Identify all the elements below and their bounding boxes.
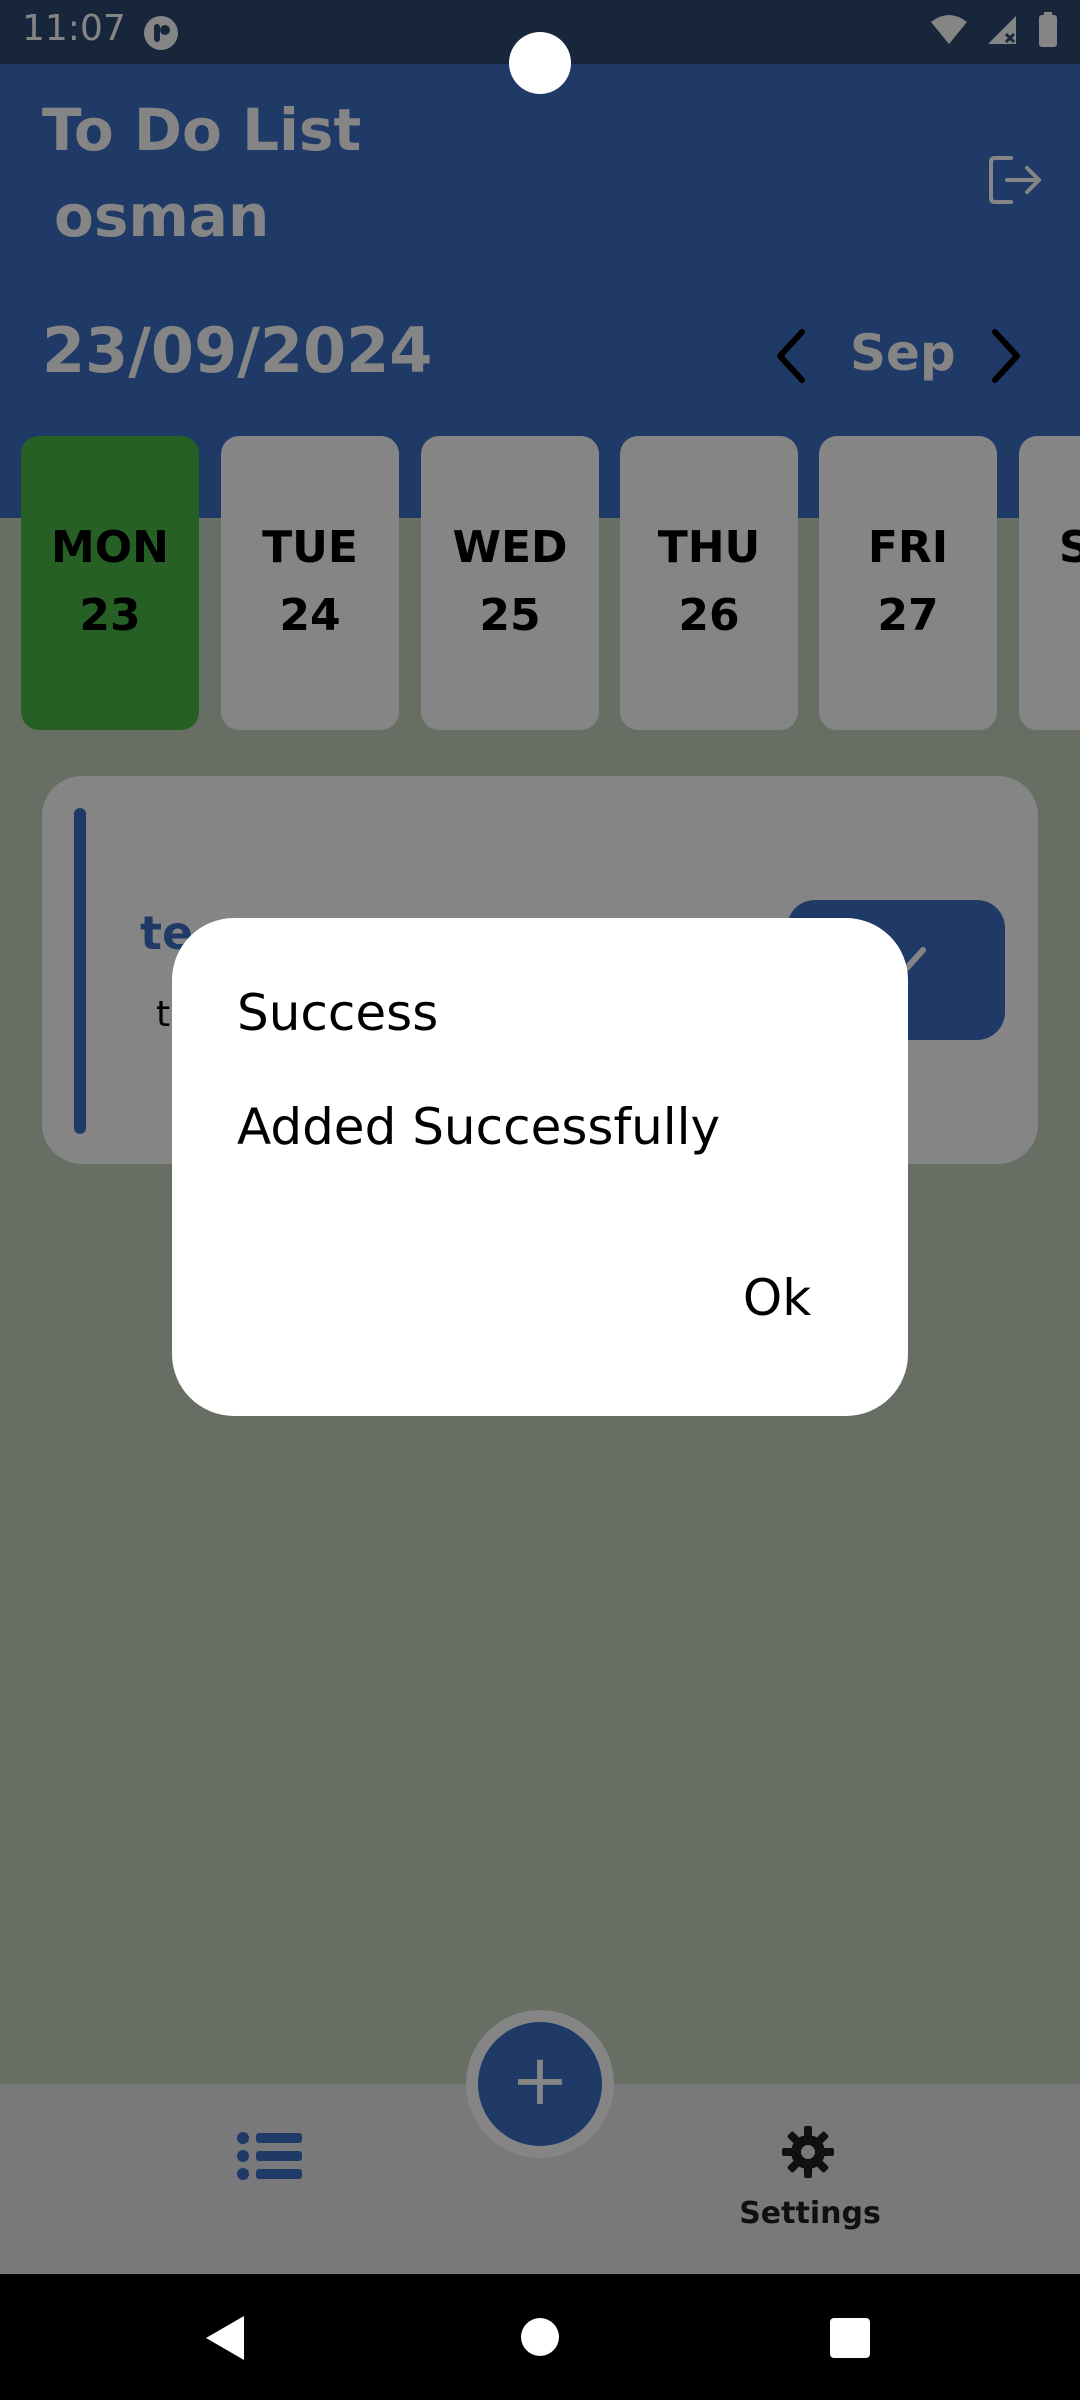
back-icon[interactable] — [204, 2314, 246, 2362]
recents-icon[interactable] — [830, 2318, 870, 2358]
success-dialog: Success Added Successfully Ok — [172, 918, 908, 1416]
home-icon[interactable] — [521, 2318, 559, 2356]
dialog-message: Added Successfully — [237, 1098, 721, 1156]
ok-button[interactable]: Ok — [712, 1258, 842, 1338]
camera-cutout — [509, 32, 571, 94]
system-navigation-bar — [0, 2274, 1080, 2400]
dialog-title: Success — [237, 984, 439, 1042]
